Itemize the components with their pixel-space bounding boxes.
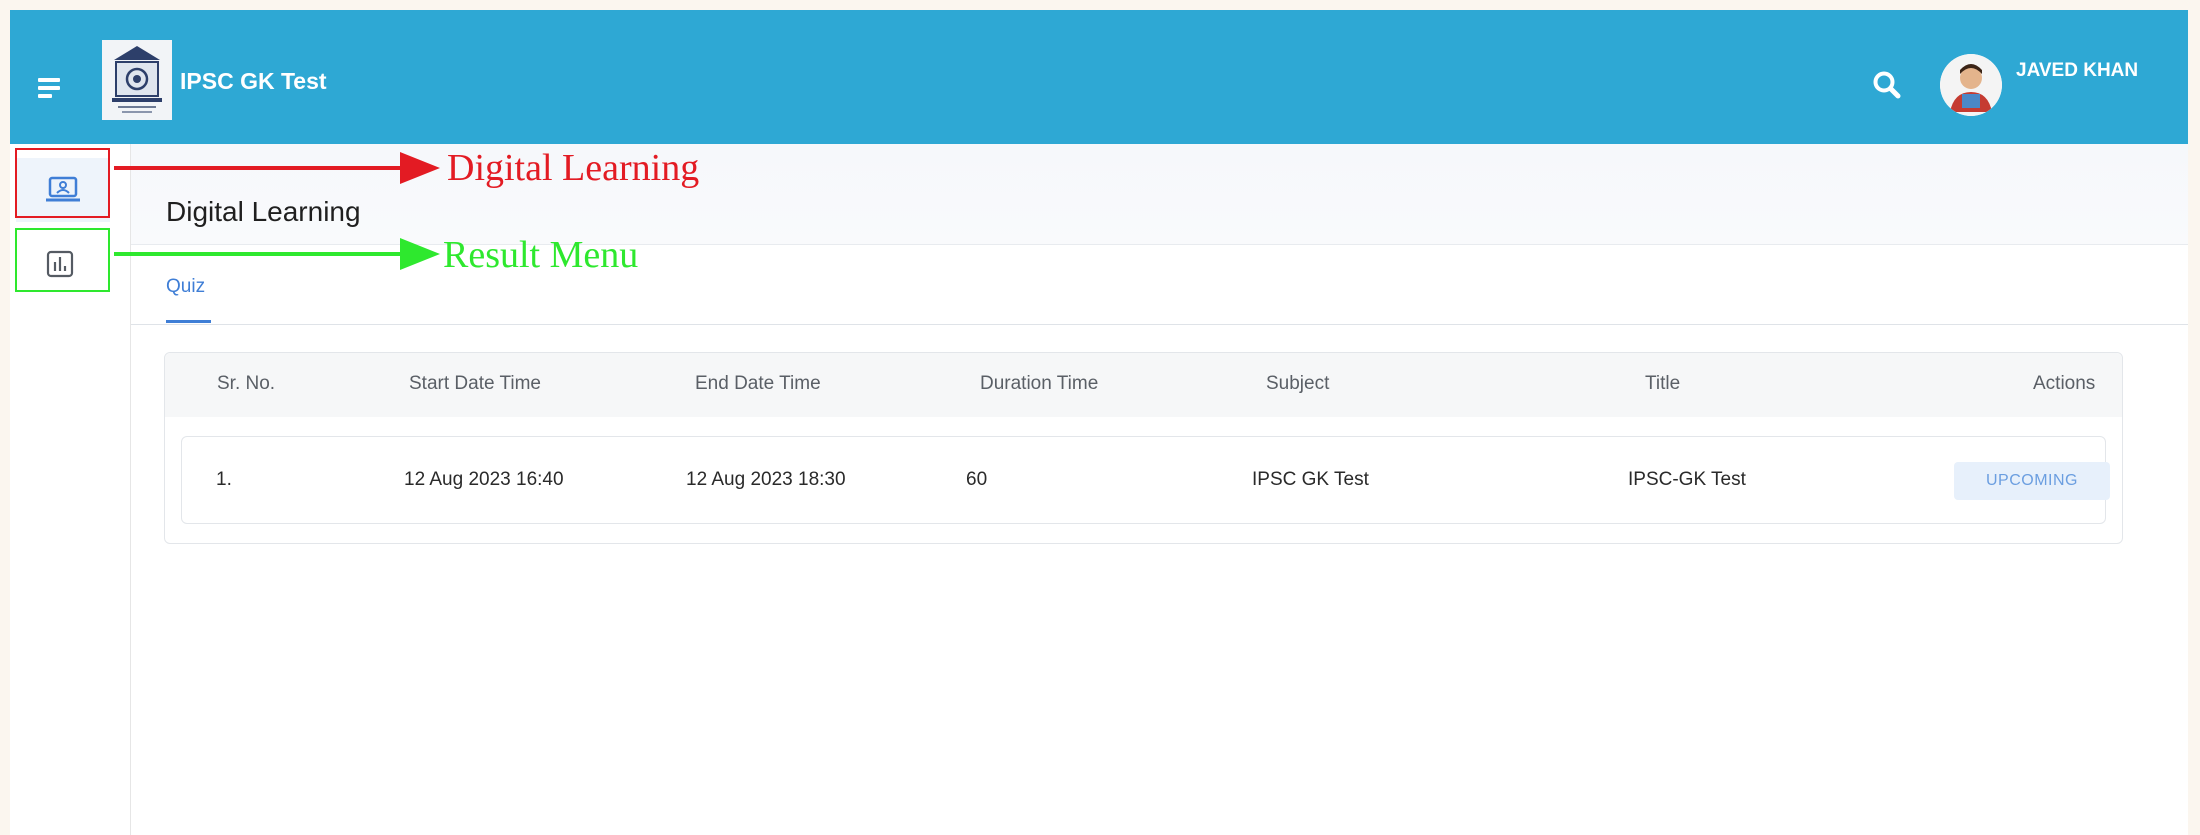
annotation-label-digital-learning: Digital Learning [447,147,700,189]
table-header: Sr. No. Start Date Time End Date Time Du… [165,353,2122,417]
app-title: IPSC GK Test [180,68,327,94]
cell-duration: 60 [966,469,988,490]
institution-logo [102,40,172,120]
cell-end-date-time: 12 Aug 2023 18:30 [686,469,846,490]
column-header-start-date-time: Start Date Time [409,373,541,394]
cell-title: IPSC-GK Test [1628,469,1746,490]
user-avatar[interactable] [1940,54,2002,116]
annotation-box-digital-learning [15,148,110,218]
top-header: IPSC GK Test JAVED KHAN [10,10,2188,144]
hamburger-menu-icon[interactable] [38,78,60,98]
annotation-arrowhead-red [400,152,440,184]
column-header-subject: Subject [1266,373,1330,394]
cell-sr-no: 1. [216,469,232,490]
column-header-duration-time: Duration Time [980,373,1099,394]
cell-subject: IPSC GK Test [1252,469,1369,490]
column-header-actions: Actions [2033,373,2096,394]
user-name: JAVED KHAN [2016,60,2139,81]
cell-start-date-time: 12 Aug 2023 16:40 [404,469,564,490]
column-header-title: Title [1645,373,1681,394]
tab-quiz-indicator [166,320,211,323]
annotation-arrowhead-green [400,238,440,270]
app-window: IPSC GK Test JAVED KHAN Digital Learning… [0,0,2200,835]
status-badge-upcoming[interactable]: UPCOMING [1954,462,2110,500]
annotation-arrows [114,152,440,270]
table-row[interactable]: 1. 12 Aug 2023 16:40 12 Aug 2023 18:30 6… [181,436,2110,524]
column-header-end-date-time: End Date Time [695,373,821,394]
quiz-table: Sr. No. Start Date Time End Date Time Du… [164,352,2123,544]
search-icon[interactable] [1872,70,1902,100]
annotation-label-result-menu: Result Menu [443,234,639,276]
annotation-box-result-menu [15,228,110,292]
column-header-sr-no: Sr. No. [217,373,276,394]
